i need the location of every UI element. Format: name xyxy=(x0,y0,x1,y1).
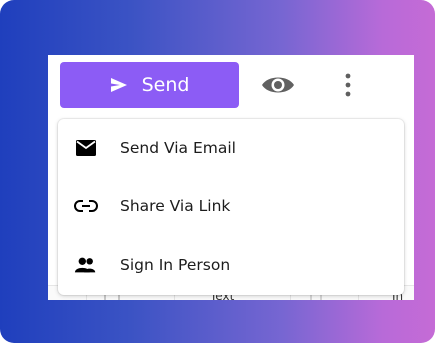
menu-item-label: Sign In Person xyxy=(120,256,231,274)
gradient-frame: Text In Send xyxy=(0,0,435,343)
menu-item-sign-in-person[interactable]: Sign In Person xyxy=(58,236,404,294)
send-arrow-icon xyxy=(110,77,128,93)
send-button-label: Send xyxy=(141,74,190,96)
send-options-menu: Send Via Email Share Via Link Sign In Pe… xyxy=(58,119,404,295)
envelope-icon xyxy=(74,136,98,160)
menu-item-label: Share Via Link xyxy=(120,197,231,215)
more-options-button[interactable] xyxy=(338,71,358,99)
more-vertical-icon xyxy=(345,73,351,97)
menu-item-share-via-link[interactable]: Share Via Link xyxy=(58,177,404,235)
send-button[interactable]: Send xyxy=(60,62,239,108)
app-panel: Text In Send xyxy=(48,55,414,300)
people-icon xyxy=(74,253,98,277)
menu-item-label: Send Via Email xyxy=(120,139,236,157)
link-icon xyxy=(74,194,98,218)
menu-item-send-via-email[interactable]: Send Via Email xyxy=(58,119,404,177)
eye-icon xyxy=(262,77,294,93)
preview-button[interactable] xyxy=(260,71,296,99)
